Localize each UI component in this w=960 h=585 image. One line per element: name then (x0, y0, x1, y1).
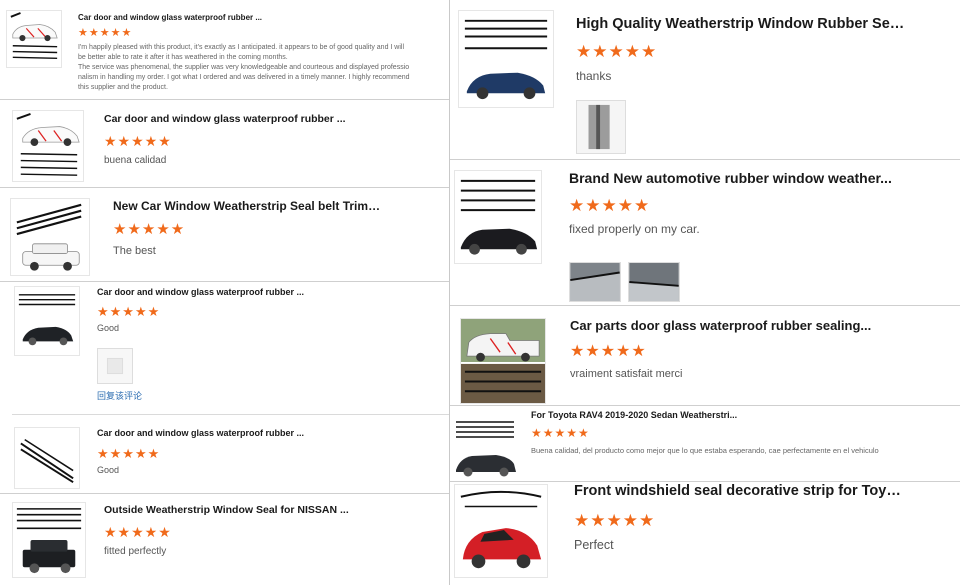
review-text: Buena calidad, del producto como mejor q… (531, 446, 879, 455)
rating-stars: ★★★★★ (97, 304, 161, 319)
review-photo[interactable] (97, 348, 133, 384)
review-card: Brand New automotive rubber window weath… (450, 160, 960, 306)
product-title[interactable]: High Quality Weatherstrip Window Rubber … (576, 16, 906, 32)
review-text: Perfect (574, 538, 614, 552)
rating-stars: ★★★★★ (113, 221, 186, 238)
product-title[interactable]: Car parts door glass waterproof rubber s… (570, 318, 900, 333)
review-card: Car parts door glass waterproof rubber s… (450, 306, 960, 406)
product-title[interactable]: Car door and window glass waterproof rub… (97, 428, 327, 438)
review-card: Car door and window glass waterproof rub… (0, 0, 449, 100)
review-card: Car door and window glass waterproof rub… (0, 282, 449, 412)
review-photo[interactable] (569, 262, 621, 302)
rating-stars: ★★★★★ (574, 511, 656, 530)
product-title[interactable]: Outside Weatherstrip Window Seal for NIS… (104, 504, 354, 516)
product-title[interactable]: Car door and window glass waterproof rub… (97, 287, 327, 297)
product-thumbnail[interactable] (460, 318, 546, 404)
rating-stars: ★★★★★ (570, 343, 647, 360)
reply-to-review-link[interactable]: 回复该评论 (97, 389, 142, 402)
review-text: fitted perfectly (104, 546, 167, 557)
review-text: thanks (576, 69, 612, 83)
review-card: For Toyota RAV4 2019-2020 Sedan Weathers… (450, 406, 960, 482)
review-text: vraiment satisfait merci (570, 368, 683, 380)
rating-stars: ★★★★★ (576, 42, 658, 61)
rating-stars: ★★★★★ (104, 524, 172, 540)
product-title[interactable]: Brand New automotive rubber window weath… (569, 170, 899, 186)
product-thumbnail[interactable] (14, 286, 80, 356)
product-thumbnail[interactable] (454, 170, 542, 264)
review-photo[interactable] (628, 262, 680, 302)
product-thumbnail[interactable] (10, 198, 90, 276)
review-card: Front windshield seal decorative strip f… (450, 482, 960, 585)
product-title[interactable]: For Toyota RAV4 2019-2020 Sedan Weathers… (531, 410, 771, 420)
product-thumbnail[interactable] (14, 427, 80, 489)
product-title[interactable]: Front windshield seal decorative strip f… (574, 483, 904, 499)
review-card: Car door and window glass waterproof rub… (0, 100, 449, 188)
product-title[interactable]: Car door and window glass waterproof rub… (78, 13, 278, 22)
rating-stars: ★★★★★ (104, 133, 172, 149)
product-thumbnail[interactable] (454, 484, 548, 578)
product-thumbnail[interactable] (458, 10, 554, 108)
review-text: Good (97, 465, 120, 475)
review-text: fixed properly on my car. (569, 222, 700, 236)
review-card: Outside Weatherstrip Window Seal for NIS… (0, 494, 449, 585)
product-title[interactable]: New Car Window Weatherstrip Seal belt Tr… (113, 199, 383, 213)
rating-stars: ★★★★★ (569, 196, 651, 215)
review-photo[interactable] (576, 100, 626, 154)
review-text: I'm happily pleased with this product, i… (78, 44, 410, 91)
review-card: New Car Window Weatherstrip Seal belt Tr… (0, 188, 449, 282)
product-title[interactable]: Car door and window glass waterproof rub… (104, 113, 354, 125)
product-thumbnail[interactable] (12, 110, 84, 182)
rating-stars: ★★★★★ (97, 446, 161, 461)
product-thumbnail[interactable] (12, 502, 86, 578)
review-text: buena calidad (104, 155, 167, 166)
rating-stars: ★★★★★ (531, 426, 590, 440)
review-text: The best (113, 245, 156, 257)
review-card: Car door and window glass waterproof rub… (0, 415, 449, 494)
product-thumbnail[interactable] (450, 414, 520, 478)
review-text: Good (97, 323, 120, 333)
review-card: High Quality Weatherstrip Window Rubber … (450, 0, 960, 160)
product-thumbnail[interactable] (6, 10, 62, 68)
rating-stars: ★★★★★ (78, 27, 133, 39)
